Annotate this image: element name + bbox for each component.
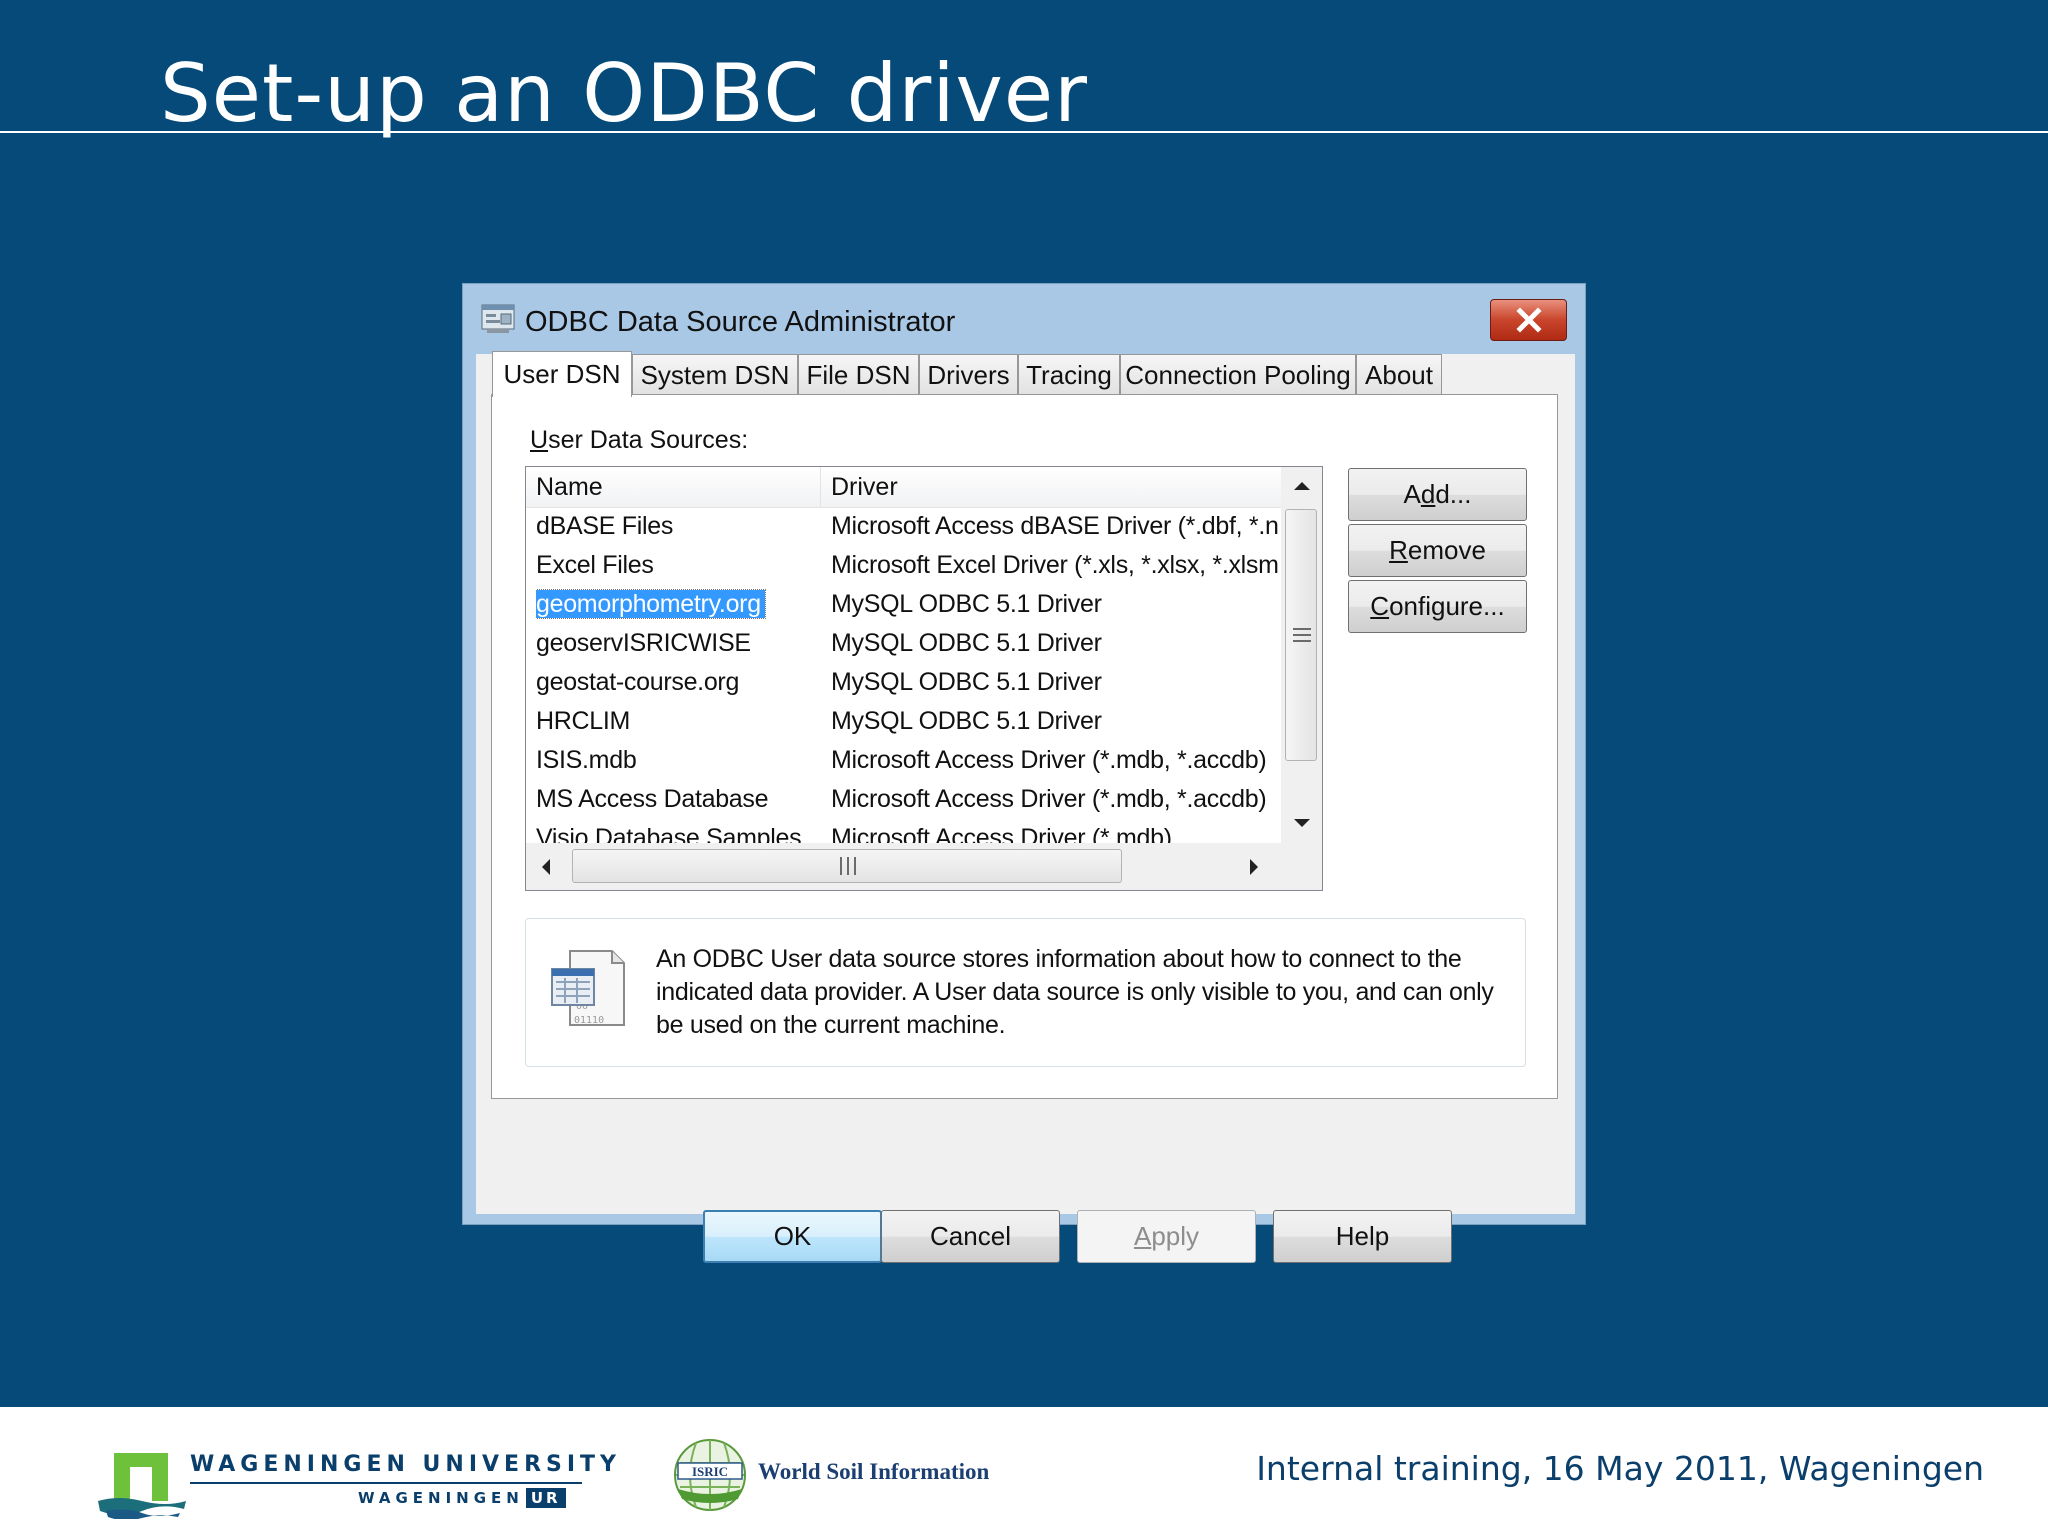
dialog-title: ODBC Data Source Administrator: [525, 306, 956, 338]
footer-info: Internal training, 16 May 2011, Wagening…: [1256, 1449, 1984, 1488]
column-header-driver[interactable]: Driver: [821, 467, 1281, 507]
help-button[interactable]: Help: [1273, 1210, 1452, 1263]
accelerator-u: U: [530, 426, 549, 454]
apply-label-rest: pply: [1151, 1221, 1200, 1251]
grip-icon: [840, 857, 856, 875]
configure-label-rest: onfigure...: [1389, 591, 1505, 621]
table-row[interactable]: dBASE Files Microsoft Access dBASE Drive…: [526, 507, 1281, 546]
title-rule: [0, 131, 2048, 133]
row-name: geostat-course.org: [536, 668, 740, 696]
row-name: MS Access Database: [536, 785, 769, 813]
row-driver: Microsoft Access Driver (*.mdb): [831, 824, 1172, 843]
slide-footer: WAGENINGEN UNIVERSITY WAGENINGEN UR ISRIC…: [0, 1407, 2048, 1536]
list-body: dBASE Files Microsoft Access dBASE Drive…: [526, 507, 1281, 843]
add-label-accel: d: [1420, 479, 1436, 509]
ok-button[interactable]: OK: [703, 1210, 882, 1263]
wur-sub: WAGENINGEN UR: [358, 1486, 566, 1510]
remove-label-accel: R: [1389, 535, 1408, 565]
row-name: HRCLIM: [536, 707, 631, 735]
tab-file-dsn[interactable]: File DSN: [798, 354, 919, 394]
icon-caption: 01110: [574, 1015, 604, 1026]
remove-label-rest: emove: [1407, 535, 1486, 565]
table-row-selected[interactable]: geomorphometry.org MySQL ODBC 5.1 Driver: [526, 585, 1281, 624]
apply-button[interactable]: Apply: [1077, 1210, 1256, 1263]
odbc-dialog-window: ODBC Data Source Administrator User DSN …: [462, 283, 1586, 1263]
wur-sub-text: WAGENINGEN: [358, 1489, 524, 1507]
row-driver: Microsoft Excel Driver (*.xls, *.xlsx, *…: [831, 551, 1279, 579]
add-label-a: A: [1403, 479, 1421, 509]
vertical-scrollbar[interactable]: [1281, 467, 1322, 843]
section-label-text: ser Data Sources:: [548, 426, 749, 454]
tab-tracing[interactable]: Tracing: [1018, 354, 1120, 394]
row-name: geoservISRICWISE: [536, 629, 751, 657]
tab-drivers[interactable]: Drivers: [919, 354, 1018, 394]
row-name: geomorphometry.org: [536, 585, 820, 624]
add-label-rest: d...: [1435, 479, 1472, 509]
odbc-app-icon: [481, 304, 515, 333]
list-header: Name Driver: [526, 467, 1281, 508]
user-data-sources-list[interactable]: Name Driver dBASE Files Microsoft Access…: [525, 466, 1323, 891]
tab-user-dsn[interactable]: User DSN: [492, 351, 632, 397]
close-icon: [1515, 307, 1542, 333]
wageningen-logo-icon: [98, 1453, 186, 1519]
table-row[interactable]: HRCLIM MySQL ODBC 5.1 Driver: [526, 702, 1281, 741]
row-driver: MySQL ODBC 5.1 Driver: [831, 629, 1102, 657]
info-text: An ODBC User data source stores informat…: [656, 945, 1494, 1039]
wur-rule: [190, 1482, 582, 1484]
scroll-left-arrow-icon[interactable]: [540, 858, 552, 876]
cancel-button[interactable]: Cancel: [881, 1210, 1060, 1263]
grip-icon: [1293, 628, 1311, 642]
row-driver: MySQL ODBC 5.1 Driver: [831, 668, 1102, 696]
add-button[interactable]: Add...: [1348, 468, 1527, 521]
isric-globe-logo: ISRIC: [674, 1439, 746, 1511]
row-driver: MySQL ODBC 5.1 Driver: [831, 707, 1102, 735]
configure-label-accel: C: [1370, 591, 1390, 621]
vertical-scroll-thumb[interactable]: [1285, 509, 1317, 761]
horizontal-scroll-thumb[interactable]: [572, 849, 1122, 883]
tab-about[interactable]: About: [1356, 354, 1442, 394]
close-button[interactable]: [1490, 299, 1567, 341]
slide-title: Set-up an ODBC driver: [160, 47, 1088, 140]
user-data-sources-label: User Data Sources:: [530, 426, 748, 455]
data-source-icon: 01 00 01110: [551, 950, 625, 1026]
table-row[interactable]: Visio Database Samples Microsoft Access …: [526, 819, 1281, 843]
table-row[interactable]: Excel Files Microsoft Excel Driver (*.xl…: [526, 546, 1281, 585]
info-box: 01 00 01110 An ODBC User data source sto…: [525, 918, 1526, 1067]
remove-button[interactable]: Remove: [1348, 524, 1527, 577]
table-row[interactable]: geoservISRICWISE MySQL ODBC 5.1 Driver: [526, 624, 1281, 663]
dialog-client-area: User DSN System DSN File DSN Drivers Tra…: [476, 351, 1575, 1263]
isric-logo-text: ISRIC: [692, 1464, 728, 1479]
scrollbar-corner: [1281, 843, 1322, 890]
row-name: Excel Files: [536, 551, 654, 579]
row-name: ISIS.mdb: [536, 746, 637, 774]
scroll-right-arrow-icon[interactable]: [1248, 858, 1260, 876]
tab-system-dsn[interactable]: System DSN: [632, 354, 798, 394]
row-name: dBASE Files: [536, 512, 674, 540]
wur-name: WAGENINGEN UNIVERSITY: [190, 1452, 621, 1477]
user-dsn-panel: User Data Sources: Name Driver dBASE Fil…: [491, 394, 1558, 1099]
selected-row-name: geomorphometry.org: [536, 589, 766, 619]
wur-ur-badge: UR: [525, 1488, 566, 1508]
row-driver: MySQL ODBC 5.1 Driver: [831, 590, 1102, 618]
row-driver: Microsoft Access Driver (*.mdb, *.accdb): [831, 746, 1267, 774]
table-row[interactable]: geostat-course.org MySQL ODBC 5.1 Driver: [526, 663, 1281, 702]
configure-button[interactable]: Configure...: [1348, 580, 1527, 633]
scroll-down-arrow-icon[interactable]: [1293, 817, 1311, 829]
row-driver: Microsoft Access dBASE Driver (*.dbf, *.…: [831, 512, 1279, 540]
scroll-up-arrow-icon[interactable]: [1293, 480, 1311, 492]
table-row[interactable]: MS Access Database Microsoft Access Driv…: [526, 780, 1281, 819]
row-name: Visio Database Samples: [536, 824, 802, 843]
isric-tagline: World Soil Information: [758, 1459, 990, 1484]
column-header-name[interactable]: Name: [526, 467, 821, 507]
horizontal-scrollbar[interactable]: [526, 843, 1281, 890]
row-driver: Microsoft Access Driver (*.mdb, *.accdb): [831, 785, 1267, 813]
tab-connection-pooling[interactable]: Connection Pooling: [1120, 354, 1356, 394]
table-row[interactable]: ISIS.mdb Microsoft Access Driver (*.mdb,…: [526, 741, 1281, 780]
apply-label-accel: A: [1133, 1221, 1152, 1251]
